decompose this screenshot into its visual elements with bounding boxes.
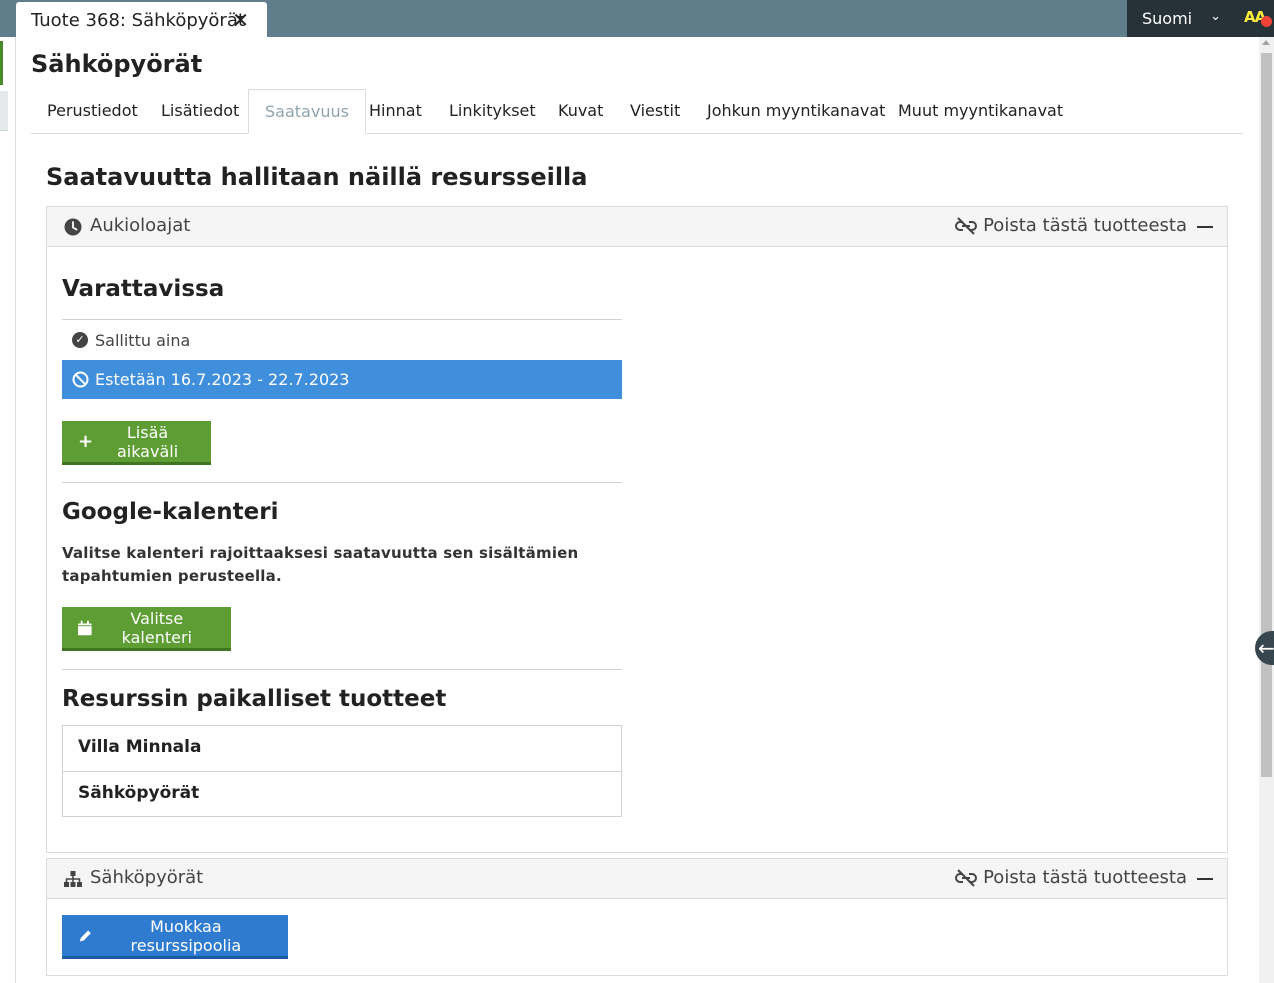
select-calendar-button[interactable]: Valitse kalenteri <box>62 607 231 651</box>
sidebar-active-marker <box>0 41 3 85</box>
plus-icon: + <box>78 431 94 452</box>
tab-lisatiedot[interactable]: Lisätiedot <box>145 89 255 134</box>
left-sidebar-edge <box>0 37 16 983</box>
check-circle-icon: ✓ <box>72 332 88 348</box>
sidebar-item-stub[interactable] <box>0 91 8 131</box>
local-products-heading: Resurssin paikalliset tuotteet <box>62 686 447 712</box>
unlink-icon <box>955 216 978 235</box>
chevron-down-icon: ⌄ <box>1210 9 1221 24</box>
pencil-icon <box>79 929 91 942</box>
edit-resource-pool-button[interactable]: Muokkaa resurssipoolia <box>62 915 288 959</box>
google-calendar-description: Valitse kalenteri rajoittaaksesi saatavu… <box>62 544 579 585</box>
divider <box>62 482 622 483</box>
tab-muut-myyntikanavat[interactable]: Muut myyntikanavat <box>882 89 1079 134</box>
section-title: Saatavuutta hallitaan näillä resursseill… <box>46 163 588 191</box>
sitemap-icon <box>64 871 82 887</box>
remove-label: Poista tästä tuotteesta <box>983 215 1187 236</box>
select-calendar-label: Valitse kalenteri <box>121 608 192 647</box>
remove-from-product-link[interactable]: Poista tästä tuotteesta <box>955 867 1187 888</box>
unlink-icon <box>955 868 978 887</box>
clock-icon <box>64 218 82 236</box>
resource-header[interactable]: Aukioloajat Poista tästä tuotteesta <box>47 207 1227 247</box>
scrollbar-thumb[interactable] <box>1261 53 1272 777</box>
page-title: Sähköpyörät <box>31 50 203 78</box>
scroll-up-arrow-icon[interactable] <box>1262 40 1270 45</box>
accessibility-button[interactable]: AA <box>1233 0 1274 37</box>
remove-label: Poista tästä tuotteesta <box>983 867 1187 888</box>
tab-bar: Perustiedot Lisätiedot Saatavuus Hinnat … <box>31 89 1243 134</box>
resource-header[interactable]: Sähköpyörät Poista tästä tuotteesta <box>47 859 1227 899</box>
notification-dot-icon <box>1261 16 1272 27</box>
close-icon[interactable]: ✕ <box>232 8 249 32</box>
rule-allowed-always[interactable]: ✓ Sallittu aina <box>62 320 622 360</box>
language-selector[interactable]: Suomi ⌄ <box>1127 0 1233 37</box>
language-selected: Suomi <box>1142 9 1193 28</box>
document-tab-title: Tuote 368: Sähköpyörät <box>31 9 245 31</box>
local-products-list: Villa Minnala Sähköpyörät <box>62 725 622 817</box>
tab-saatavuus[interactable]: Saatavuus <box>248 89 366 134</box>
tab-johkun-myyntikanavat[interactable]: Johkun myyntikanavat <box>691 89 901 134</box>
add-interval-button[interactable]: + Lisää aikaväli <box>62 421 211 465</box>
ban-icon <box>72 371 89 388</box>
tab-perustiedot[interactable]: Perustiedot <box>31 89 154 134</box>
rule-label: Estetään 16.7.2023 - 22.7.2023 <box>95 370 350 389</box>
list-item[interactable]: Villa Minnala <box>63 726 621 771</box>
edit-resource-pool-label: Muokkaa resurssipoolia <box>130 916 242 955</box>
calendar-icon <box>78 620 92 635</box>
divider <box>62 669 622 670</box>
vertical-scrollbar[interactable] <box>1259 37 1274 983</box>
remove-from-product-link[interactable]: Poista tästä tuotteesta <box>955 215 1187 236</box>
rule-label: Sallittu aina <box>95 330 191 350</box>
list-item[interactable]: Sähköpyörät <box>63 771 621 816</box>
tab-hinnat[interactable]: Hinnat <box>353 89 438 134</box>
collapse-minus-icon[interactable] <box>1197 226 1213 228</box>
rule-blocked-range[interactable]: Estetään 16.7.2023 - 22.7.2023 <box>62 360 622 399</box>
resource-name: Sähköpyörät <box>90 867 204 888</box>
resource-name: Aukioloajat <box>90 215 191 236</box>
available-heading: Varattavissa <box>62 276 225 302</box>
tab-linkitykset[interactable]: Linkitykset <box>433 89 552 134</box>
collapse-minus-icon[interactable] <box>1197 878 1213 880</box>
collapse-panel-icon[interactable]: ← <box>1255 631 1274 665</box>
tab-viestit[interactable]: Viestit <box>614 89 696 134</box>
tab-kuvat[interactable]: Kuvat <box>542 89 619 134</box>
google-calendar-heading: Google-kalenteri <box>62 499 279 525</box>
add-interval-label: Lisää aikaväli <box>116 422 179 461</box>
document-tab[interactable]: Tuote 368: Sähköpyörät ✕ <box>16 2 267 38</box>
